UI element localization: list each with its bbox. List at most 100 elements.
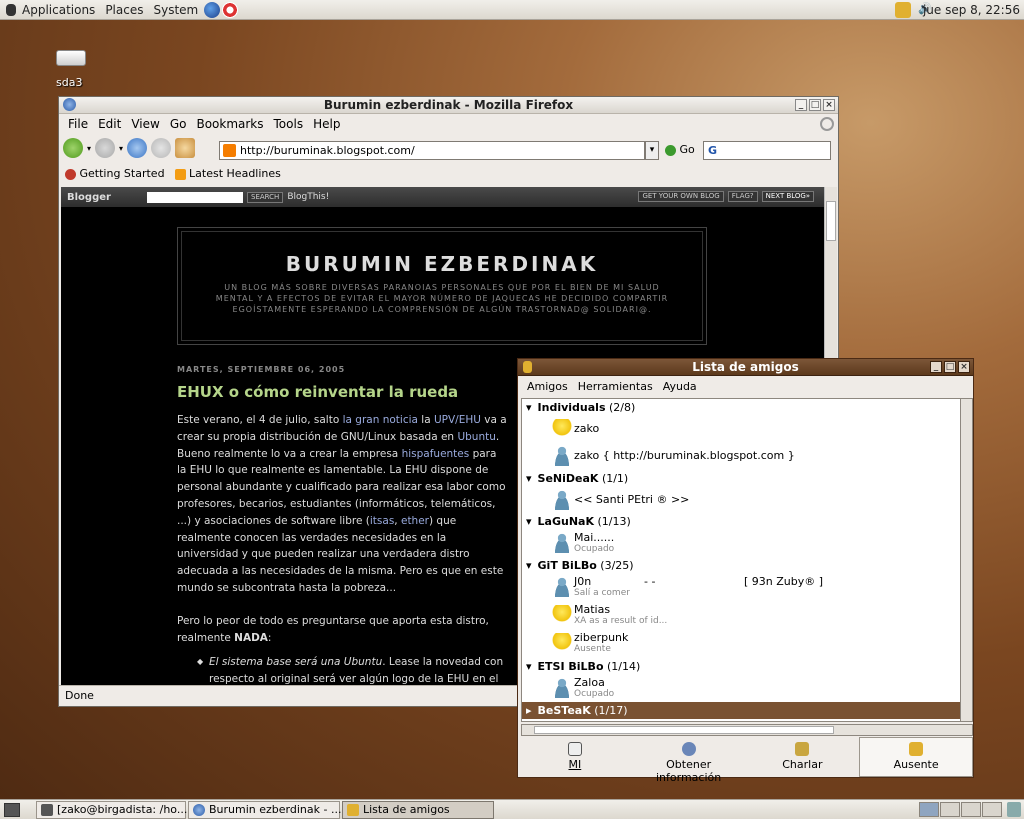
blog-search-button[interactable]: SEARCH xyxy=(247,191,284,203)
blogger-logo[interactable]: Blogger xyxy=(61,192,147,203)
forward-dropdown-icon[interactable]: ▾ xyxy=(119,144,123,153)
buddy-action-bar: MI Obtener información Charlar Ausente xyxy=(518,737,973,784)
group-lagunak[interactable]: ▾ LaGuNaK (1/13) xyxy=(522,513,960,530)
menu-bookmarks[interactable]: Bookmarks xyxy=(191,117,268,131)
menu-ayuda[interactable]: Ayuda xyxy=(658,380,702,393)
back-dropdown-icon[interactable]: ▾ xyxy=(87,144,91,153)
buddy-zaloa[interactable]: Zaloa Ocupado xyxy=(522,675,960,702)
gaim-window-icon[interactable] xyxy=(523,361,532,373)
im-button[interactable]: MI xyxy=(518,737,632,777)
group-etsi-bilbo[interactable]: ▾ ETSI BiLBo (1/14) xyxy=(522,658,960,675)
expander-icon[interactable]: ▾ xyxy=(526,401,532,414)
foot-icon[interactable] xyxy=(6,3,16,16)
group-git-bilbo[interactable]: ▾ GiT BiLBo (3/25) xyxy=(522,557,960,574)
firefox-titlebar[interactable]: Burumin ezberdinak - Mozilla Firefox _ □… xyxy=(59,97,838,114)
blog-search-input[interactable] xyxy=(147,191,243,203)
menu-help[interactable]: Help xyxy=(308,117,345,131)
menu-amigos[interactable]: Amigos xyxy=(522,380,573,393)
buddy-list-titlebar[interactable]: Lista de amigos _ □ × xyxy=(518,359,973,376)
drive-icon[interactable] xyxy=(56,50,86,66)
task-terminal[interactable]: [zako@birgadista: /ho... xyxy=(36,800,187,819)
places-menu[interactable]: Places xyxy=(100,0,148,20)
next-blog-button[interactable]: NEXT BLOG» xyxy=(761,191,814,202)
blogthis-link[interactable]: BlogThis! xyxy=(287,192,329,202)
expander-icon[interactable]: ▸ xyxy=(526,704,532,717)
buddy-vertical-scrollbar[interactable] xyxy=(960,398,973,722)
post-title[interactable]: EHUX o cómo reinventar la rueda xyxy=(177,383,458,401)
trash-icon[interactable] xyxy=(1007,802,1021,817)
menu-tools[interactable]: Tools xyxy=(269,117,309,131)
group-count: (1/13) xyxy=(597,515,631,528)
bookmark-latest-headlines[interactable]: Latest Headlines xyxy=(174,167,281,180)
workspace-2[interactable] xyxy=(940,802,960,817)
go-button[interactable]: Go xyxy=(665,143,695,156)
post-link[interactable]: Ubuntu xyxy=(457,431,495,443)
get-info-button[interactable]: Obtener información xyxy=(632,737,746,784)
expander-icon[interactable]: ▾ xyxy=(526,515,532,528)
buddy-zako[interactable]: zako xyxy=(522,416,960,442)
buddy-jon[interactable]: J0n - - [ 93n Zuby® ] Salí a comer xyxy=(522,574,960,602)
maximize-button[interactable]: □ xyxy=(809,99,821,111)
minimize-button[interactable]: _ xyxy=(930,361,942,373)
clock[interactable]: jue sep 8, 22:56 xyxy=(923,0,1020,20)
menu-go[interactable]: Go xyxy=(165,117,192,131)
task-firefox[interactable]: Burumin ezberdinak - ... xyxy=(188,800,342,819)
help-launcher-icon[interactable] xyxy=(222,1,239,18)
get-own-blog-button[interactable]: GET YOUR OWN BLOG xyxy=(638,191,724,202)
buddy-mai[interactable]: Mai...... Ocupado xyxy=(522,530,960,557)
workspace-4[interactable] xyxy=(982,802,1002,817)
post-link[interactable]: la gran noticia xyxy=(343,414,418,426)
group-besteak[interactable]: ▸ BeSTeaK (1/17) xyxy=(522,702,960,719)
menu-view[interactable]: View xyxy=(126,117,164,131)
task-label: Burumin ezberdinak - ... xyxy=(209,802,342,816)
forward-icon[interactable] xyxy=(95,138,116,158)
home-icon[interactable] xyxy=(175,138,196,158)
idea-bulb-icon xyxy=(552,605,572,625)
buddy-zako-blog[interactable]: zako { http://buruminak.blogspot.com } xyxy=(522,442,960,470)
back-icon[interactable] xyxy=(63,138,83,158)
firefox-window-icon[interactable] xyxy=(63,98,76,111)
post-link[interactable]: itsas xyxy=(370,515,394,527)
show-desktop-icon[interactable] xyxy=(4,802,20,817)
search-input[interactable]: G xyxy=(703,141,831,160)
close-button[interactable]: × xyxy=(958,361,970,373)
web-browser-launcher-icon[interactable] xyxy=(204,1,221,18)
minimize-button[interactable]: _ xyxy=(795,99,807,111)
url-bar[interactable]: http://buruminak.blogspot.com/ xyxy=(219,141,645,160)
post-link[interactable]: hispafuentes xyxy=(402,448,470,460)
close-button[interactable]: × xyxy=(823,99,835,111)
buddy-ziberpunk[interactable]: ziberpunk Ausente xyxy=(522,630,960,658)
expander-icon[interactable]: ▾ xyxy=(526,472,532,485)
group-senideak[interactable]: ▾ SeNiDeaK (1/1) xyxy=(522,470,960,487)
hscroll-thumb[interactable] xyxy=(534,726,834,734)
buddy-santi[interactable]: << Santi PEtri ® >> xyxy=(522,487,960,513)
flag-button[interactable]: FLAG? xyxy=(727,191,758,202)
task-buddy-list[interactable]: Lista de amigos xyxy=(342,800,494,819)
stop-icon[interactable] xyxy=(151,138,172,158)
workspace-3[interactable] xyxy=(961,802,981,817)
blogger-navbar: Blogger SEARCH BlogThis! GET YOUR OWN BL… xyxy=(61,187,824,207)
post-link[interactable]: ether xyxy=(401,515,429,527)
menu-edit[interactable]: Edit xyxy=(93,117,126,131)
applications-menu[interactable]: Applications xyxy=(17,0,100,20)
url-dropdown-icon[interactable]: ▾ xyxy=(645,141,659,160)
bookmark-getting-started[interactable]: Getting Started xyxy=(65,167,165,180)
buddy-horizontal-scrollbar[interactable] xyxy=(521,724,973,736)
system-menu[interactable]: System xyxy=(148,0,203,20)
away-button[interactable]: Ausente xyxy=(859,737,973,777)
reload-icon[interactable] xyxy=(127,138,148,158)
menu-file[interactable]: File xyxy=(63,117,93,131)
chat-button[interactable]: Charlar xyxy=(746,737,860,777)
im-icon xyxy=(567,742,582,756)
maximize-button[interactable]: □ xyxy=(944,361,956,373)
expander-icon[interactable]: ▾ xyxy=(526,660,532,673)
workspace-1[interactable] xyxy=(919,802,939,817)
notification-icon[interactable] xyxy=(895,2,911,18)
scroll-thumb[interactable] xyxy=(826,201,836,241)
post-link[interactable]: UPV/EHU xyxy=(434,414,481,426)
menu-herramientas[interactable]: Herramientas xyxy=(573,380,658,393)
expander-icon[interactable]: ▾ xyxy=(526,559,532,572)
blog-title[interactable]: BURUMIN EZBERDINAK xyxy=(182,252,702,276)
buddy-matias[interactable]: Matias XA as a result of id... xyxy=(522,602,960,630)
group-individuals[interactable]: ▾ Individuals (2/8) xyxy=(522,399,960,416)
